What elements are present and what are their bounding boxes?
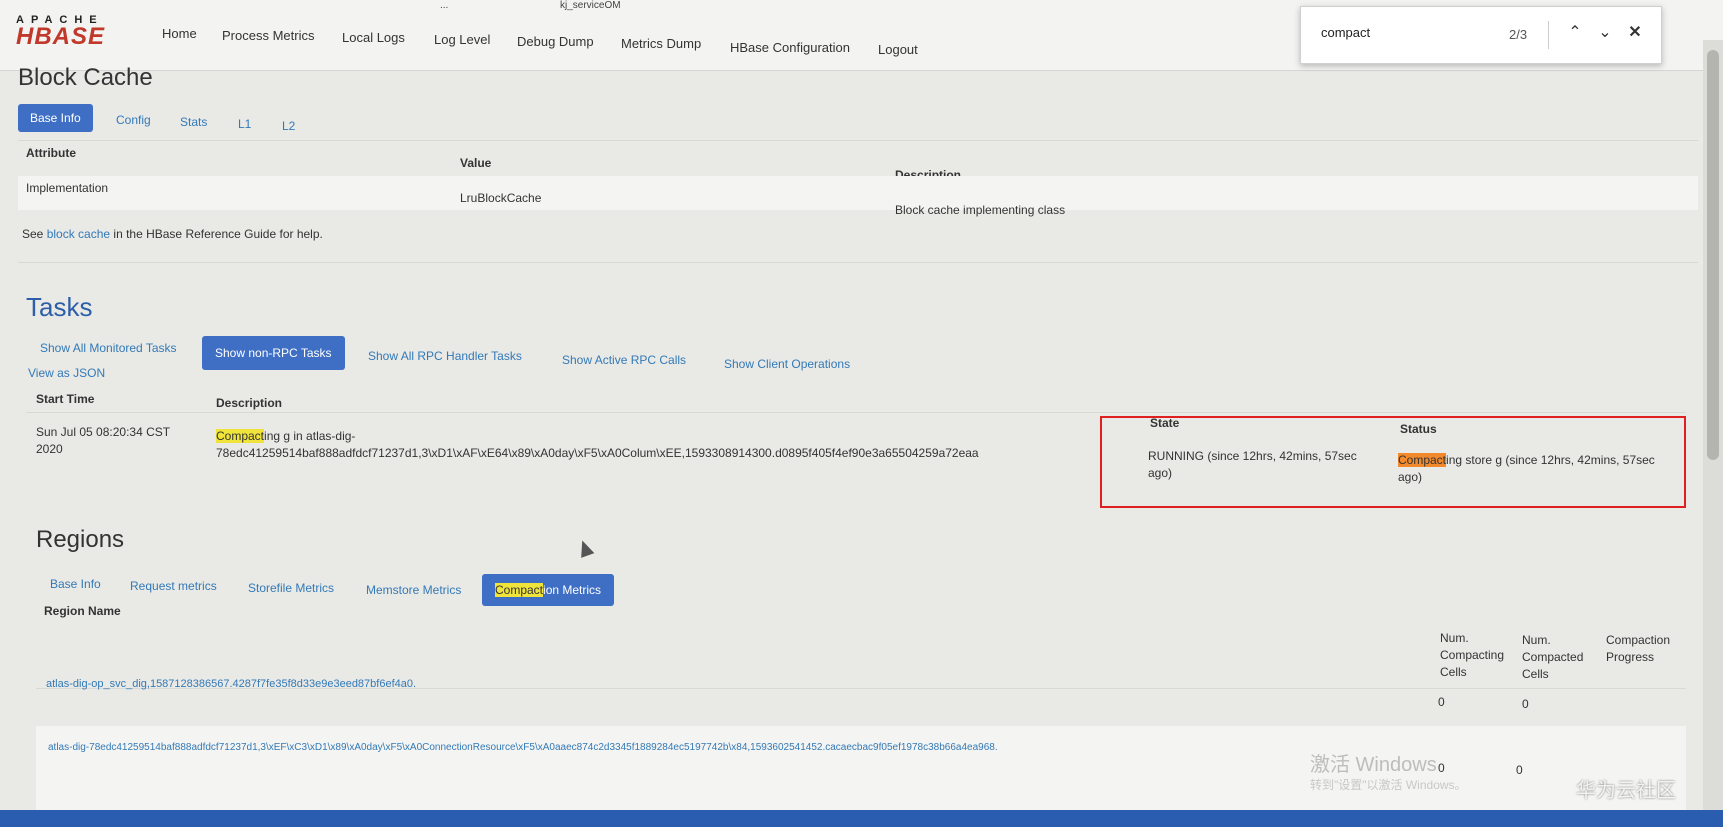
cell-attribute: Implementation bbox=[26, 181, 109, 195]
region-tab-request-metrics[interactable]: Request metrics bbox=[118, 572, 229, 600]
annotation-box bbox=[1100, 416, 1686, 508]
col-compaction-progress: Compaction Progress bbox=[1606, 633, 1671, 664]
filter-rpc-handler[interactable]: Show All RPC Handler Tasks bbox=[356, 342, 534, 370]
scrollbar-thumb[interactable] bbox=[1707, 50, 1719, 460]
view-as-json-link[interactable]: View as JSON bbox=[28, 366, 105, 380]
tab-l2[interactable]: L2 bbox=[270, 112, 307, 140]
search-highlight: Compact bbox=[495, 583, 544, 597]
col-region-name: Region Name bbox=[44, 604, 121, 618]
col-num-compacting-cells: Num. Compacting Cells bbox=[1440, 631, 1505, 679]
cell-value: LruBlockCache bbox=[460, 191, 542, 205]
huawei-cloud-watermark: 华为云社区 bbox=[1576, 780, 1676, 802]
region-tab-compaction-metrics[interactable]: Compaction Metrics bbox=[482, 574, 615, 606]
hbase-logo[interactable]: APACHE HBASE bbox=[16, 14, 136, 50]
block-cache-title: Block Cache bbox=[18, 64, 153, 91]
mouse-cursor-icon bbox=[575, 538, 595, 558]
table-row-bg bbox=[18, 176, 1698, 210]
cell-compacted-cells: 0 bbox=[1522, 697, 1529, 711]
region-link[interactable]: atlas-dig-78edc41259514baf888adfdcf71237… bbox=[48, 742, 1218, 753]
nav-log-level[interactable]: Log Level bbox=[434, 32, 490, 47]
activate-windows-watermark: 激活 Windows bbox=[1310, 754, 1437, 776]
tab-base-info[interactable]: Base Info bbox=[18, 104, 93, 132]
divider bbox=[26, 412, 1686, 413]
filter-client-ops[interactable]: Show Client Operations bbox=[712, 350, 862, 378]
activate-windows-hint: 转到"设置"以激活 Windows。 bbox=[1310, 778, 1467, 792]
help-text: See block cache in the HBase Reference G… bbox=[22, 227, 323, 241]
region-tab-base-info[interactable]: Base Info bbox=[38, 570, 113, 598]
col-value: Value bbox=[460, 156, 492, 170]
nav-logout[interactable]: Logout bbox=[878, 42, 918, 57]
block-cache-link[interactable]: block cache bbox=[47, 227, 110, 241]
logo-hbase-text: HBASE bbox=[16, 23, 106, 50]
task-description: Compacting g in atlas-dig- 78edc41259514… bbox=[216, 429, 979, 460]
region-link[interactable]: atlas-dig-op_svc_dig,1587128386567.4287f… bbox=[46, 678, 416, 690]
tab-config[interactable]: Config bbox=[104, 106, 163, 134]
nav-hbase-configuration[interactable]: HBase Configuration bbox=[730, 40, 850, 55]
chevron-up-icon[interactable]: ⌃ bbox=[1563, 21, 1587, 45]
col-task-description: Description bbox=[216, 396, 283, 410]
tab-l1[interactable]: L1 bbox=[226, 110, 263, 138]
cell-compacting-cells: 0 bbox=[1438, 695, 1445, 709]
cell-compacting-cells: 0 bbox=[1438, 761, 1445, 775]
nav-local-logs[interactable]: Local Logs bbox=[342, 30, 405, 45]
divider bbox=[18, 262, 1698, 263]
task-start-time: Sun Jul 05 08:20:34 CST 2020 bbox=[36, 425, 170, 456]
browser-tab-1[interactable]: ... bbox=[440, 0, 448, 11]
divider bbox=[18, 140, 1698, 141]
col-num-compacted-cells: Num. Compacted Cells bbox=[1522, 633, 1584, 681]
chevron-down-icon[interactable]: ⌄ bbox=[1593, 21, 1617, 45]
find-input[interactable]: compact bbox=[1321, 25, 1370, 40]
find-separator bbox=[1548, 21, 1549, 49]
find-bar: compact 2/3 ⌃ ⌄ ✕ bbox=[1300, 6, 1662, 64]
nav-debug-dump[interactable]: Debug Dump bbox=[517, 34, 594, 49]
region-tab-memstore-metrics[interactable]: Memstore Metrics bbox=[354, 576, 473, 604]
nav-process-metrics[interactable]: Process Metrics bbox=[222, 28, 314, 43]
regions-title: Regions bbox=[36, 526, 125, 553]
region-tab-storefile-metrics[interactable]: Storefile Metrics bbox=[236, 574, 346, 602]
windows-taskbar bbox=[0, 810, 1723, 827]
filter-active-rpc[interactable]: Show Active RPC Calls bbox=[550, 346, 698, 374]
nav-metrics-dump[interactable]: Metrics Dump bbox=[621, 36, 701, 51]
filter-all-monitored[interactable]: Show All Monitored Tasks bbox=[28, 334, 189, 362]
close-icon[interactable]: ✕ bbox=[1623, 21, 1647, 45]
tasks-title: Tasks bbox=[26, 292, 93, 322]
find-match-count: 2/3 bbox=[1509, 27, 1528, 42]
col-start-time: Start Time bbox=[36, 392, 95, 406]
top-navbar: ... kj_serviceOM APACHE HBASE Home Proce… bbox=[0, 0, 1723, 71]
vertical-scrollbar[interactable] bbox=[1703, 40, 1723, 827]
task-region-id: 78edc41259514baf888adfdcf71237d1,3\xD1\x… bbox=[216, 446, 979, 460]
tab-stats[interactable]: Stats bbox=[168, 108, 219, 136]
browser-tab-2[interactable]: kj_serviceOM bbox=[560, 0, 621, 11]
search-highlight: Compact bbox=[216, 429, 265, 443]
col-attribute: Attribute bbox=[26, 146, 76, 160]
filter-non-rpc[interactable]: Show non-RPC Tasks bbox=[202, 336, 345, 370]
cell-description: Block cache implementing class bbox=[895, 203, 1066, 217]
cell-compacted-cells: 0 bbox=[1516, 763, 1523, 777]
nav-home[interactable]: Home bbox=[162, 26, 197, 41]
